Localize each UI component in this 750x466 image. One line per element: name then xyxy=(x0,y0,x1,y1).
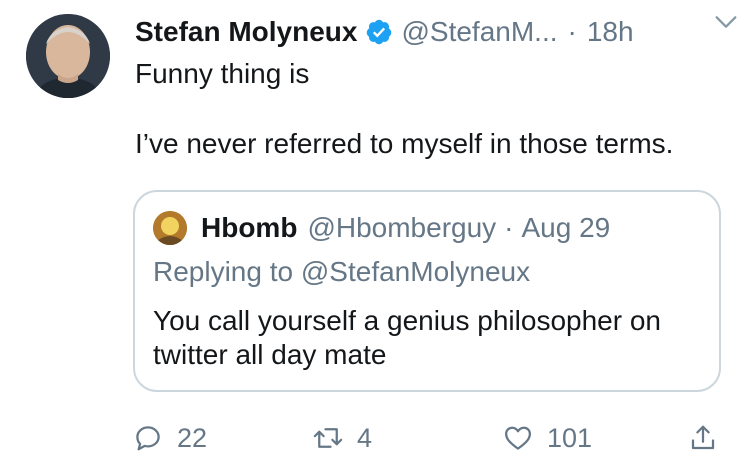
quoted-author-name[interactable]: Hbomb xyxy=(201,212,297,244)
retweet-button[interactable]: 4 xyxy=(313,418,372,458)
quoted-tweet-date[interactable]: Aug 29 xyxy=(522,212,611,244)
replying-to-mention[interactable]: @StefanMolyneux xyxy=(301,256,530,287)
reply-icon xyxy=(136,426,160,451)
separator-dot: · xyxy=(567,16,577,47)
tweet-text-line: I’ve never referred to myself in those t… xyxy=(135,128,674,159)
reply-button[interactable]: 22 xyxy=(133,418,207,458)
quoted-author-handle[interactable]: @Hbomberguy xyxy=(307,212,496,244)
tweet-timestamp[interactable]: 18h xyxy=(587,16,634,48)
share-button[interactable] xyxy=(688,418,718,458)
tweet-text-line: Funny thing is xyxy=(135,58,310,89)
like-count: 101 xyxy=(547,422,593,453)
quoted-tweet-header: Hbomb @Hbomberguy · Aug 29 xyxy=(153,210,610,246)
author-avatar[interactable] xyxy=(26,14,110,98)
replying-to-line: Replying to @StefanMolyneux xyxy=(153,256,530,288)
quoted-tweet-text: You call yourself a genius philosopher o… xyxy=(153,305,661,370)
heart-icon xyxy=(505,426,531,450)
retweet-icon xyxy=(313,428,343,448)
reply-count: 22 xyxy=(177,422,208,453)
quoted-tweet[interactable]: Hbomb @Hbomberguy · Aug 29 Replying to @… xyxy=(133,190,721,392)
chevron-down-icon[interactable] xyxy=(712,8,740,36)
tweet-text: Funny thing is I’ve never referred to my… xyxy=(135,57,720,161)
tweet[interactable]: Stefan Molyneux @StefanM... · 18h Funny … xyxy=(0,0,750,466)
retweet-count: 4 xyxy=(357,422,373,453)
tweet-header: Stefan Molyneux @StefanM... · 18h xyxy=(135,12,730,52)
verified-badge-icon xyxy=(367,19,392,45)
share-icon xyxy=(691,425,715,450)
like-button[interactable]: 101 xyxy=(503,418,592,458)
tweet-actions: 22 4 101 xyxy=(133,418,723,458)
separator-dot: · xyxy=(504,212,514,243)
author-name[interactable]: Stefan Molyneux xyxy=(135,16,357,48)
author-handle[interactable]: @StefanM... xyxy=(401,16,557,48)
replying-to-label: Replying to xyxy=(153,256,294,287)
quoted-author-avatar[interactable] xyxy=(153,211,187,245)
